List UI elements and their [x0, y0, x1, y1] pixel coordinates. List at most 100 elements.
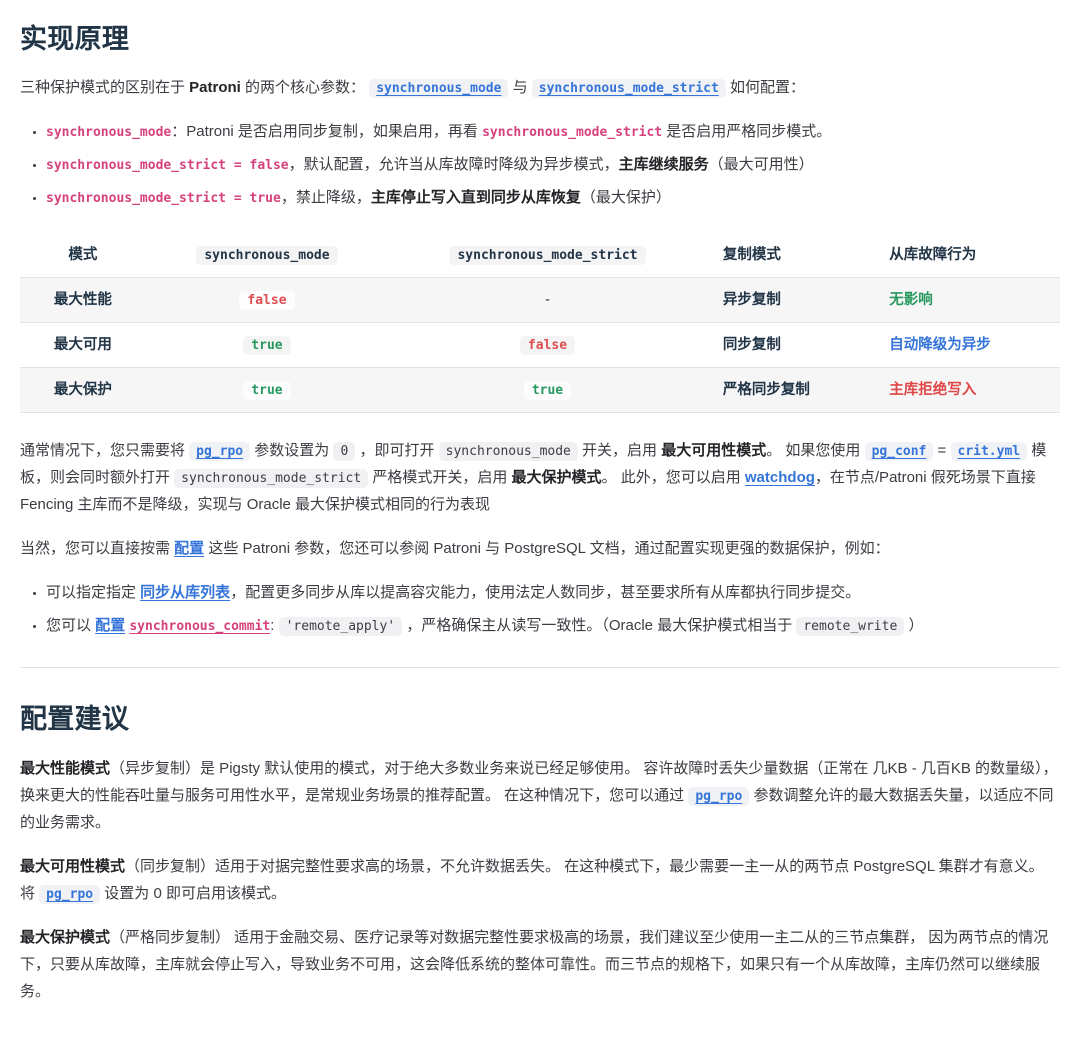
- text: 您可以: [46, 617, 95, 634]
- text: 的两个核心参数：: [241, 79, 369, 96]
- code-link[interactable]: synchronous_commit: [129, 619, 270, 634]
- code-link[interactable]: synchronous_mode_strict: [532, 79, 726, 98]
- table-cell: 最大性能: [20, 278, 146, 323]
- text-link[interactable]: watchdog: [745, 469, 815, 486]
- code-link[interactable]: pg_conf: [865, 442, 934, 461]
- bold-text: 最大可用性模式: [20, 858, 125, 875]
- table-cell: 最大保护: [20, 368, 146, 413]
- header-code-badge: synchronous_mode: [196, 246, 337, 265]
- bold-text: 主库继续服务: [619, 156, 709, 173]
- inline-code: synchronous_mode_strict: [482, 125, 662, 140]
- text: ，严格确保主从读写一致性。（Oracle 最大保护模式相当于: [402, 617, 796, 634]
- table-cell: 最大可用: [20, 323, 146, 368]
- extra-options-bullet-list: 可以指定指定 同步从库列表，配置更多同步从库以提高容灾能力，使用法定人数同步，甚…: [20, 579, 1060, 639]
- text: （最大可用性）: [709, 156, 814, 173]
- text-link[interactable]: 配置: [95, 617, 125, 634]
- text: （最大保护）: [581, 189, 671, 206]
- header-code-badge: synchronous_mode_strict: [449, 246, 645, 265]
- inline-code: synchronous_mode: [439, 442, 578, 461]
- code-link[interactable]: pg_rpo: [688, 787, 749, 806]
- table-cell: true: [146, 368, 388, 413]
- value-badge: false: [239, 291, 294, 310]
- text: 。 如果您使用: [766, 442, 864, 459]
- text: 如何配置：: [726, 79, 805, 96]
- inline-code: synchronous_mode_strict = true: [46, 191, 281, 206]
- text: 严格模式开关，启用: [368, 469, 511, 486]
- table-header-cell: synchronous_mode: [146, 233, 388, 278]
- inline-code: synchronous_mode_strict: [174, 469, 368, 488]
- list-item: 可以指定指定 同步从库列表，配置更多同步从库以提高容灾能力，使用法定人数同步，甚…: [46, 579, 1060, 606]
- bold-text: 最大保护模式: [20, 929, 110, 946]
- bold-text: 最大可用性模式: [661, 442, 766, 459]
- table-cell: 同步复制: [707, 323, 873, 368]
- table-cell: true: [146, 323, 388, 368]
- text: 与: [508, 79, 531, 96]
- table-header-row: 模式synchronous_modesynchronous_mode_stric…: [20, 233, 1060, 278]
- inline-code: remote_write: [796, 617, 904, 636]
- table-header-cell: synchronous_mode_strict: [388, 233, 707, 278]
- table-cell: true: [388, 368, 707, 413]
- text: ：Patroni 是否启用同步复制，如果启用，再看: [171, 123, 482, 140]
- text: 当然，您可以直接按需: [20, 540, 174, 557]
- config-note-paragraph: 当然，您可以直接按需 配置 这些 Patroni 参数，您还可以参阅 Patro…: [20, 535, 1060, 562]
- text: ，即可打开: [355, 442, 438, 459]
- table-cell: -: [388, 278, 707, 323]
- inline-code: synchronous_mode_strict = false: [46, 158, 289, 173]
- list-item: synchronous_mode：Patroni 是否启用同步复制，如果启用，再…: [46, 118, 1060, 145]
- code-link[interactable]: synchronous_mode: [369, 79, 508, 98]
- intro-paragraph: 三种保护模式的区别在于 Patroni 的两个核心参数： synchronous…: [20, 74, 1060, 101]
- bold-text: 最大保护模式: [512, 469, 602, 486]
- value-badge: false: [520, 336, 575, 355]
- value-badge: true: [243, 336, 290, 355]
- parameter-bullet-list: synchronous_mode：Patroni 是否启用同步复制，如果启用，再…: [20, 118, 1060, 211]
- protection-modes-table: 模式synchronous_modesynchronous_mode_stric…: [20, 233, 1060, 413]
- code-link[interactable]: pg_rpo: [39, 885, 100, 904]
- code-link[interactable]: crit.yml: [951, 442, 1028, 461]
- code-link[interactable]: pg_rpo: [189, 442, 250, 461]
- bold-text: 主库停止写入直到同步从库恢复: [371, 189, 581, 206]
- value-badge: true: [524, 381, 571, 400]
- list-item: 您可以 配置 synchronous_commit: 'remote_apply…: [46, 612, 1060, 639]
- inline-code: synchronous_mode: [46, 125, 171, 140]
- text-link[interactable]: 同步从库列表: [140, 584, 230, 601]
- text: ，配置更多同步从库以提高容灾能力，使用法定人数同步，甚至要求所有从库都执行同步提…: [230, 584, 860, 601]
- table-header: 模式synchronous_modesynchronous_mode_stric…: [20, 233, 1060, 278]
- text: ）: [904, 617, 923, 634]
- text: =: [933, 442, 950, 459]
- inline-code: 0: [333, 442, 355, 461]
- text: 三种保护模式的区别在于: [20, 79, 189, 96]
- text: :: [270, 617, 278, 634]
- text: 通常情况下，您只需要将: [20, 442, 189, 459]
- bold-text: 最大性能模式: [20, 760, 110, 777]
- table-cell: false: [146, 278, 388, 323]
- text: ，默认配置，允许当从库故障时降级为异步模式，: [289, 156, 619, 173]
- doc-content: 实现原理 三种保护模式的区别在于 Patroni 的两个核心参数： synchr…: [0, 0, 1080, 1050]
- text: （严格同步复制） 适用于金融交易、医疗记录等对数据完整性要求极高的场景，我们建议…: [20, 929, 1048, 1000]
- text: 是否启用严格同步模式。: [662, 123, 831, 140]
- max-availability-paragraph: 最大可用性模式（同步复制）适用于对据完整性要求高的场景，不允许数据丢失。 在这种…: [20, 853, 1060, 907]
- section-heading-configuration: 配置建议: [20, 702, 1060, 737]
- text: 设置为 0 即可启用该模式。: [100, 885, 286, 902]
- text-link[interactable]: 配置: [174, 540, 204, 557]
- inline-code: 'remote_apply': [279, 617, 403, 636]
- section-heading-implementation: 实现原理: [20, 22, 1060, 57]
- list-item: synchronous_mode_strict = false，默认配置，允许当…: [46, 151, 1060, 178]
- max-protection-paragraph: 最大保护模式（严格同步复制） 适用于金融交易、医疗记录等对数据完整性要求极高的场…: [20, 924, 1060, 1005]
- table-cell: 严格同步复制: [707, 368, 873, 413]
- text: 开关，启用: [578, 442, 661, 459]
- section-divider: [20, 667, 1060, 668]
- table-cell: 主库拒绝写入: [873, 368, 1060, 413]
- table-row: 最大可用 true false 同步复制自动降级为异步: [20, 323, 1060, 368]
- list-item: synchronous_mode_strict = true，禁止降级，主库停止…: [46, 184, 1060, 211]
- text: 参数设置为: [250, 442, 333, 459]
- table-cell: 自动降级为异步: [873, 323, 1060, 368]
- usage-paragraph: 通常情况下，您只需要将 pg_rpo 参数设置为 0 ，即可打开 synchro…: [20, 437, 1060, 518]
- value-badge: true: [243, 381, 290, 400]
- table-cell: 异步复制: [707, 278, 873, 323]
- text: 可以指定指定: [46, 584, 140, 601]
- table-header-cell: 复制模式: [707, 233, 873, 278]
- bold-text: Patroni: [189, 79, 241, 96]
- text: 这些 Patroni 参数，您还可以参阅 Patroni 与 PostgreSQ…: [204, 540, 889, 557]
- text: 。 此外，您可以启用: [602, 469, 745, 486]
- table-cell: false: [388, 323, 707, 368]
